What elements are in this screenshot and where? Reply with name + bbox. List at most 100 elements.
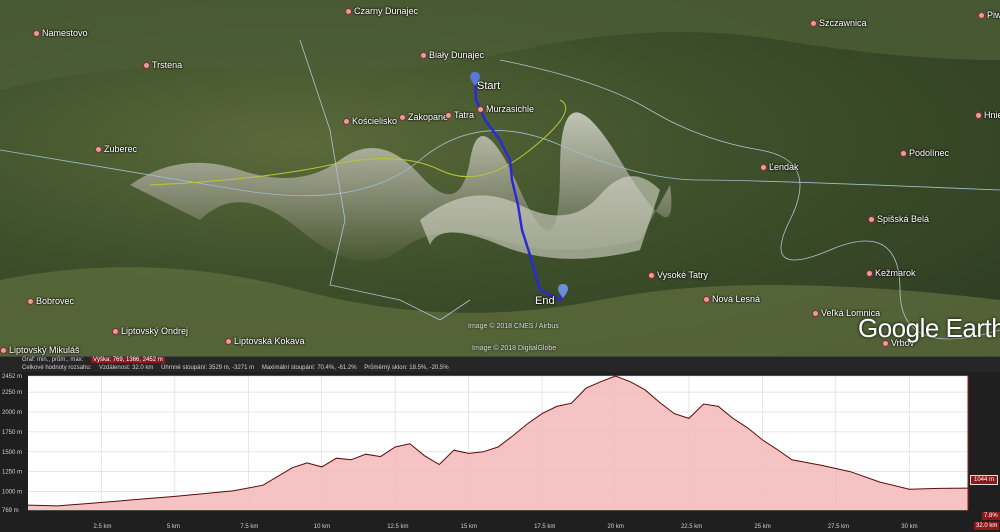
place-label[interactable]: Czarny Dunajec — [345, 6, 418, 16]
place-marker-icon — [866, 270, 873, 278]
place-marker-icon — [760, 164, 767, 172]
place-marker-icon — [345, 8, 352, 16]
stats-bar: Graf: min., prům., max: Výška: 769, 1366… — [0, 356, 1000, 373]
place-label[interactable]: Liptovská Kokava — [225, 336, 305, 346]
place-name: Murzasichle — [486, 104, 535, 114]
y-tick-label: 2250 m — [2, 390, 22, 396]
place-name: Liptovský Ondrej — [121, 326, 189, 336]
place-label[interactable]: Bobrovec — [27, 296, 74, 306]
place-label[interactable]: Kežmarok — [866, 268, 916, 278]
place-label[interactable]: Murzasichle — [477, 104, 534, 114]
y-tick-label: 1000 m — [2, 490, 22, 496]
place-marker-icon — [112, 328, 119, 336]
place-label[interactable]: Kościelisko — [343, 116, 397, 126]
place-label[interactable]: Szczawnica — [810, 18, 867, 28]
x-tick-label: 20 km — [608, 524, 624, 530]
place-marker-icon — [975, 112, 982, 120]
map-view[interactable]: Namestovo Czarny Dunajec Trstena Biały Duna… — [0, 0, 1000, 356]
gain-stat: Úhrnné stoupání: 3529 m, -3271 m — [161, 365, 255, 371]
place-name: Hniezd — [984, 110, 1000, 120]
current-distance-badge: 32.0 km — [974, 522, 1000, 530]
y-tick-label: 2452 m — [2, 374, 22, 380]
end-label: End — [535, 295, 555, 307]
place-name: Podolínec — [909, 148, 950, 158]
y-tick-label: 2000 m — [2, 410, 22, 416]
place-label[interactable]: Zakopane — [399, 112, 448, 122]
place-label[interactable]: Zuberec — [95, 144, 137, 154]
distance-stat: Vzdálenost: 32.0 km — [99, 365, 154, 371]
place-marker-icon — [900, 150, 907, 158]
place-marker-icon — [978, 12, 985, 20]
place-label[interactable]: Trstena — [143, 60, 182, 70]
y-tick-label: 1250 m — [2, 470, 22, 476]
copyright-cnes: Image © 2018 CNES / Airbus — [468, 323, 559, 330]
place-marker-icon — [33, 30, 40, 38]
elevation-chart[interactable]: 2452 m 2250 m 2000 m 1750 m 1500 m 1250 m 1000… — [0, 372, 1000, 532]
start-label: Start — [477, 80, 501, 92]
place-label[interactable]: Vysoké Tatry — [648, 270, 708, 280]
x-tick-label: 12.5 km — [387, 524, 408, 530]
place-marker-icon — [0, 347, 7, 355]
place-marker-icon — [95, 146, 102, 154]
place-name: Zuberec — [104, 144, 138, 154]
avg-slope-stat: Průměrný sklon: 18.5%, -20.5% — [364, 365, 449, 371]
place-marker-icon — [812, 310, 819, 318]
place-marker-icon — [868, 216, 875, 224]
elevation-stats: Výška: 769, 1366, 2452 m — [91, 357, 165, 363]
place-name: Namestovo — [42, 28, 88, 38]
place-label[interactable]: Liptovský Ondrej — [112, 326, 188, 336]
y-tick-label: 1750 m — [2, 430, 22, 436]
place-name: Liptovská Kokava — [234, 336, 305, 346]
place-marker-icon — [399, 114, 406, 122]
place-name: Biały Dunajec — [429, 50, 485, 60]
place-name: Trstena — [152, 60, 183, 70]
place-name: Vysoké Tatry — [657, 270, 709, 280]
place-name: Nová Lesná — [712, 294, 761, 304]
place-label[interactable]: Liptovský Mikuláš — [0, 345, 80, 355]
max-slope-stat: Maximální stoupání: 70.4%, -61.2% — [261, 365, 357, 371]
place-marker-icon — [648, 272, 655, 280]
x-tick-label: 25 km — [754, 524, 770, 530]
totals-label: Celkové hodnoty rozsahu: — [22, 365, 92, 371]
place-marker-icon — [420, 52, 427, 60]
end-pin-icon[interactable] — [558, 284, 568, 298]
graph-label: Graf: min., prům., max: — [22, 357, 84, 363]
x-tick-label: 30 km — [901, 524, 917, 530]
place-marker-icon — [225, 338, 232, 346]
place-marker-icon — [477, 106, 484, 114]
place-name: Spišská Belá — [877, 214, 930, 224]
x-tick-label: 10 km — [314, 524, 330, 530]
y-tick-label: 769 m — [2, 508, 19, 514]
place-label[interactable]: Spišská Belá — [868, 214, 929, 224]
start-pin-icon[interactable] — [470, 72, 480, 86]
copyright-digitalglobe: Image © 2018 DigitalGlobe — [472, 345, 557, 352]
y-tick-label: 1500 m — [2, 450, 22, 456]
elevation-profile[interactable]: 2452 m 2250 m 2000 m 1750 m 1500 m 1250 m 1000… — [0, 372, 1000, 532]
place-marker-icon — [27, 298, 34, 306]
x-tick-label: 17.5 km — [534, 524, 555, 530]
place-name: Czarny Dunajec — [354, 6, 419, 16]
place-name: Szczawnica — [819, 18, 867, 28]
x-tick-label: 7.5 km — [240, 524, 258, 530]
x-tick-label: 15 km — [461, 524, 477, 530]
place-marker-icon — [810, 20, 817, 28]
place-label[interactable]: Biały Dunajec — [420, 50, 484, 60]
place-name: Liptovský Mikuláš — [9, 345, 80, 355]
place-label[interactable]: Ľendak — [760, 162, 799, 172]
x-tick-label: 2.5 km — [93, 524, 111, 530]
place-name: Zakopane — [408, 112, 449, 122]
x-tick-label: 27.5 km — [828, 524, 849, 530]
place-label[interactable]: Nová Lesná — [703, 294, 760, 304]
current-slope-badge: 7.8% — [982, 512, 1000, 520]
place-marker-icon — [445, 112, 452, 120]
place-label[interactable]: Hniezd — [975, 110, 1000, 120]
x-tick-label: 5 km — [167, 524, 180, 530]
place-marker-icon — [343, 118, 350, 126]
place-marker-icon — [703, 296, 710, 304]
place-label[interactable]: Namestovo — [33, 28, 88, 38]
x-tick-label: 22.5 km — [681, 524, 702, 530]
place-label[interactable]: Podolínec — [900, 148, 949, 158]
place-label[interactable]: Piwnicz — [978, 10, 1000, 20]
place-label[interactable]: Tatra — [445, 110, 474, 120]
place-name: Kościelisko — [352, 116, 398, 126]
